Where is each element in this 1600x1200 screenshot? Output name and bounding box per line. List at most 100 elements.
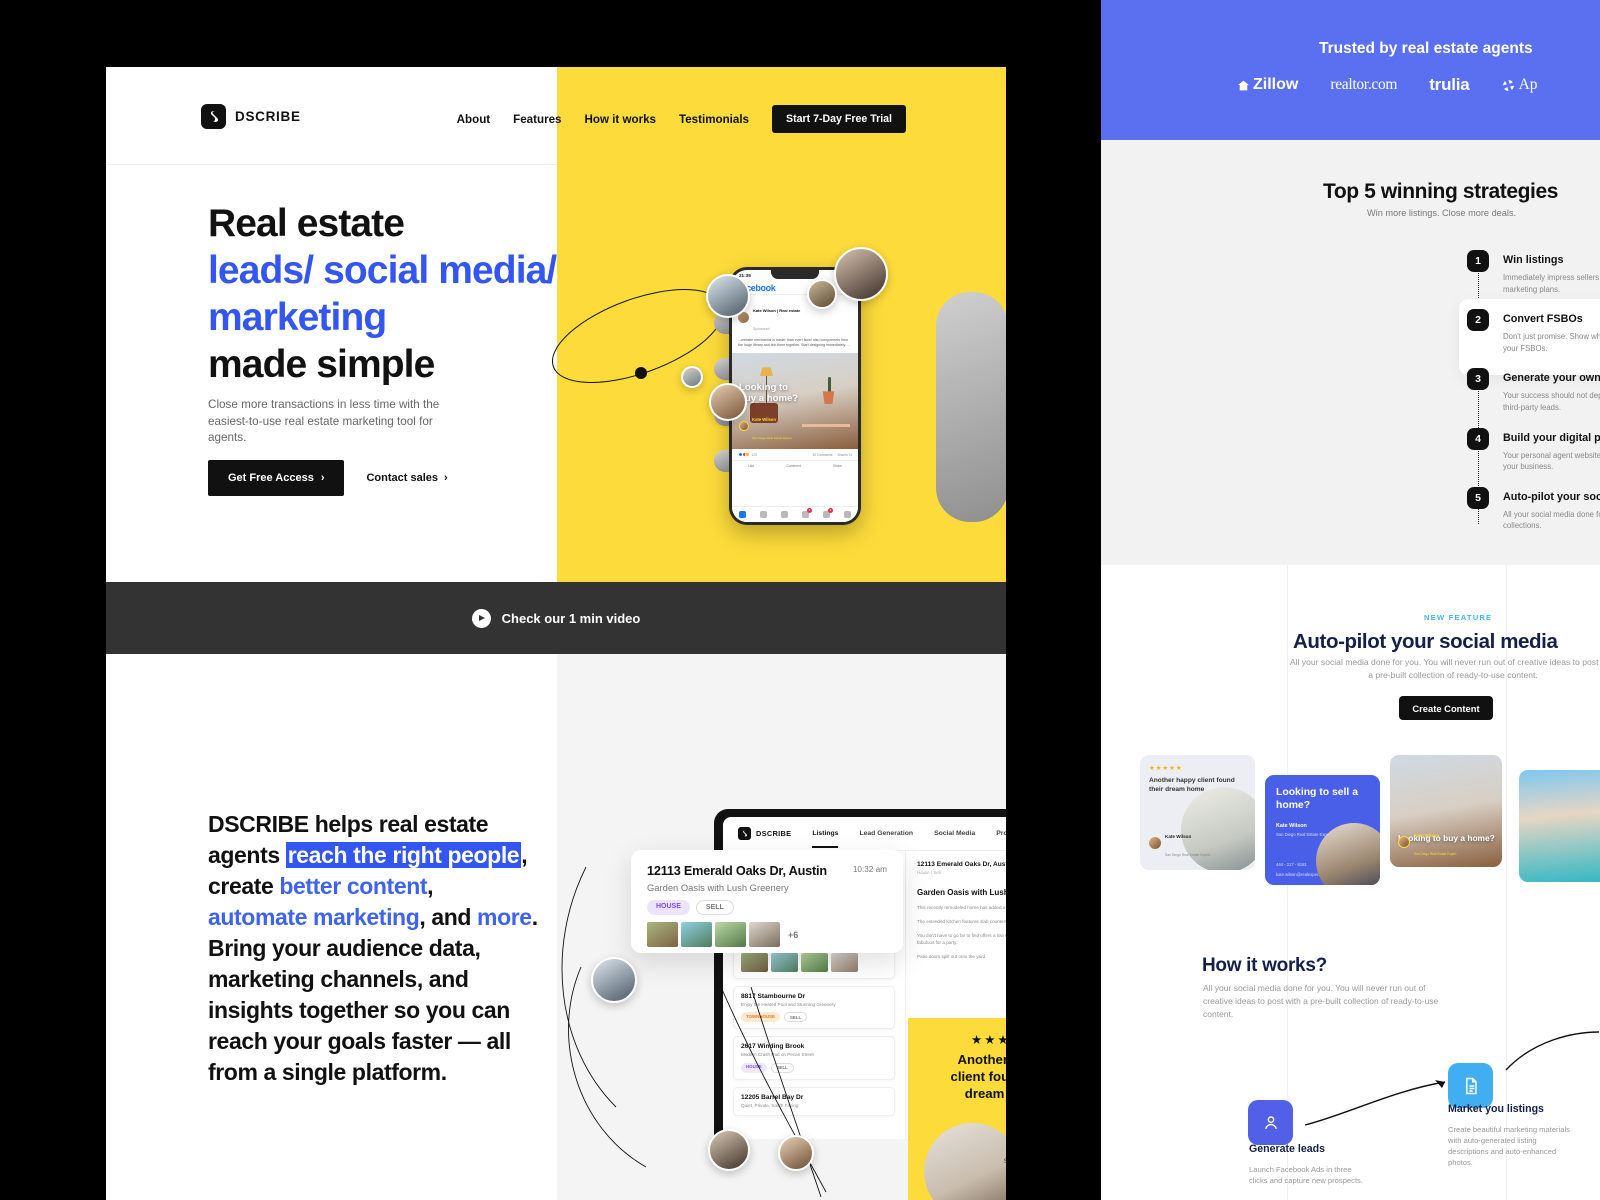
- hero-subtitle: Close more transactions in less time wit…: [208, 398, 440, 444]
- phone-mockup: 21:35 ▮▮ facebook ⌕ Kate Wilson | Real e…: [729, 267, 861, 525]
- strategy-title: Auto-pilot your social media: [1503, 490, 1600, 503]
- trusted-title: Trusted by real estate agents: [1319, 40, 1533, 57]
- nav-item-features[interactable]: Features: [513, 113, 561, 126]
- step-1-title: Generate leads: [1249, 1143, 1325, 1155]
- avatar: [1398, 836, 1410, 848]
- detail-address: 12113 Emerald Oaks Dr, Austin: [917, 861, 1006, 868]
- get-free-access-label: Get Free Access: [228, 472, 314, 484]
- share-button[interactable]: Share: [833, 464, 842, 468]
- hero-title-line-4: made simple: [208, 343, 435, 386]
- post-image: Looking to buy a home? Kate Wilson San D…: [732, 353, 858, 450]
- thumbnail[interactable]: [647, 922, 678, 947]
- tab-profile-icon[interactable]: [781, 511, 788, 518]
- tab-friends-icon[interactable]: [760, 511, 767, 518]
- dashboard-tab-social-media[interactable]: Social Media: [934, 830, 975, 837]
- create-content-button[interactable]: Create Content: [1399, 696, 1493, 720]
- autopilot-paragraph: All your social media done for you. You …: [1289, 657, 1600, 680]
- screenshot-stage: DSCRIBE About Features How it works Test…: [0, 0, 1600, 1200]
- listing-description: Modern Crash Pad on Pecan Street: [741, 1052, 814, 1058]
- listing-tags: HOUSE SELL: [741, 1062, 887, 1073]
- thumbnail[interactable]: [715, 922, 746, 947]
- comment-button[interactable]: Comment: [786, 464, 801, 468]
- social-card-author: Kate Wilson San Diego Real Estate Expert: [1149, 825, 1210, 861]
- strategy-desc: Immediately impress sellers with complet…: [1503, 273, 1600, 294]
- thumbnail[interactable]: [681, 922, 712, 947]
- strategies-subheading: Win more listings. Close more deals.: [1367, 208, 1517, 218]
- tab-menu-icon[interactable]: [844, 511, 851, 518]
- tab-notifications-icon[interactable]: 1: [823, 508, 833, 518]
- nav-item-how-it-works[interactable]: How it works: [584, 113, 656, 126]
- contact-sales-link[interactable]: Contact sales ›: [366, 472, 447, 484]
- post-actions: Like Comment Share: [732, 460, 858, 471]
- dashboard-tab-lead-generation[interactable]: Lead Generation: [859, 830, 913, 837]
- person-bubble: [807, 279, 837, 309]
- person-bubble: [778, 1135, 814, 1171]
- social-card-house[interactable]: JU: [1519, 770, 1600, 882]
- video-banner[interactable]: Check our 1 min video: [106, 582, 1006, 654]
- dashboard-tab-prospects[interactable]: Prospects: [996, 830, 1006, 837]
- hero-title-line-1: Real estate: [208, 202, 405, 245]
- like-button[interactable]: Like: [748, 464, 754, 468]
- floating-listing-card[interactable]: 12113 Emerald Oaks Dr, Austin 10:32 am G…: [631, 850, 903, 953]
- strategy-number: 4: [1467, 427, 1489, 450]
- listing-thumbnails: [741, 952, 887, 972]
- trusted-bar: Trusted by real estate agents: [1101, 0, 1600, 140]
- pinwheel-icon: [1502, 79, 1514, 91]
- card-tags: HOUSE SELL: [647, 900, 887, 915]
- author-role: San Diego Real Estate Expert: [1414, 852, 1457, 856]
- start-free-trial-button[interactable]: Start 7-Day Free Trial: [772, 105, 906, 133]
- social-card-testimonial[interactable]: ★★★★★ Another happy client found their d…: [1140, 755, 1255, 870]
- more-photos-count: +6: [788, 929, 799, 940]
- list-item[interactable]: 12205 Barrel Bay Dr Quiet, Private, Sout…: [733, 1086, 895, 1117]
- tab-home-icon[interactable]: [739, 511, 746, 518]
- author-phone: 444 - 217 - 8181: [1276, 862, 1307, 867]
- left-landing-page: DSCRIBE About Features How it works Test…: [106, 67, 1006, 1200]
- social-card-buy[interactable]: Looking to buy a home? Kate Wilson San D…: [1390, 755, 1502, 867]
- intro-blue-2: automate marketing: [208, 904, 420, 930]
- post-text: ...website mechanics is easier than ever…: [738, 338, 850, 348]
- intro-t4: , and: [419, 904, 478, 930]
- trulia-logo: trulia: [1429, 75, 1470, 94]
- card-address: 12113 Emerald Oaks Dr, Austin: [647, 864, 827, 878]
- chevron-right-icon: ›: [444, 472, 448, 484]
- post-image-overlay: Looking to buy a home? Kate Wilson San D…: [732, 383, 858, 449]
- overlay-line-2: buy a home?: [739, 392, 799, 404]
- step-1-desc: Launch Facebook Ads in three clicks and …: [1249, 1165, 1363, 1185]
- lamp-shape: [760, 367, 773, 377]
- nav-item-testimonials[interactable]: Testimonials: [679, 113, 749, 126]
- brand-logo[interactable]: DSCRIBE: [201, 104, 301, 129]
- strategy-item-4: 4 Build your digital presence Your perso…: [1467, 427, 1600, 473]
- hand-holding-phone: 21:35 ▮▮ facebook ⌕ Kate Wilson | Real e…: [681, 247, 1006, 582]
- facebook-post: Kate Wilson | Real estate Sponsored · ..…: [732, 295, 858, 350]
- generate-leads-tile[interactable]: [1248, 1100, 1293, 1145]
- get-free-access-button[interactable]: Get Free Access ›: [208, 460, 345, 496]
- market-listings-tile[interactable]: [1448, 1063, 1493, 1108]
- reaction-icons: [738, 452, 750, 458]
- person-bubble: [706, 274, 750, 318]
- listing-address: 12205 Barrel Bay Dr: [741, 1093, 804, 1101]
- social-card-sell[interactable]: Looking to sell a home? Kate Wilson San …: [1265, 775, 1380, 885]
- strategy-item-2[interactable]: 2 Convert FSBOs Don't just promise. Show…: [1459, 299, 1600, 376]
- testimonial-phone: 444 - 217 - 8181: [1004, 1178, 1006, 1184]
- testimonial-email: kate.wilson@realexpert.com: [1004, 1170, 1006, 1176]
- chevron-right-icon: ›: [320, 472, 325, 484]
- tab-groups-icon[interactable]: 1: [802, 508, 812, 518]
- post-sponsored-label: Sponsored ·: [753, 327, 772, 331]
- card-type-tag: HOUSE: [647, 900, 690, 915]
- list-item[interactable]: 2617 Winding Brook Modern Crash Pad on P…: [733, 1036, 895, 1080]
- listing-address: 8817 Stambourne Dr: [741, 992, 806, 1000]
- kitchen-photo: [924, 1123, 1006, 1200]
- realtor-logo: realtor.com: [1330, 76, 1398, 93]
- nav-item-about[interactable]: About: [457, 113, 490, 126]
- card-subtitle: Garden Oasis with Lush Greenery: [647, 882, 789, 893]
- person-bubble: [834, 247, 888, 301]
- testimonial-signature: Kate Wilson San Diego Real Estate Expert…: [1004, 1120, 1006, 1184]
- list-item[interactable]: 8817 Stambourne Dr Enjoy the Heated Pool…: [733, 985, 895, 1030]
- strategy-title: Build your digital presence: [1503, 431, 1600, 444]
- thumbnail[interactable]: [749, 922, 780, 947]
- detail-paragraph: This recently remodeled home has added a…: [917, 904, 1006, 910]
- listing-description: Enjoy the Heated Pool and Stunning Green…: [741, 1001, 836, 1007]
- dashboard-tab-listings[interactable]: Listings: [812, 830, 839, 848]
- testimonial-line-1: Another happy: [957, 1052, 1006, 1067]
- listing-sell-tag: SELL: [783, 1012, 808, 1023]
